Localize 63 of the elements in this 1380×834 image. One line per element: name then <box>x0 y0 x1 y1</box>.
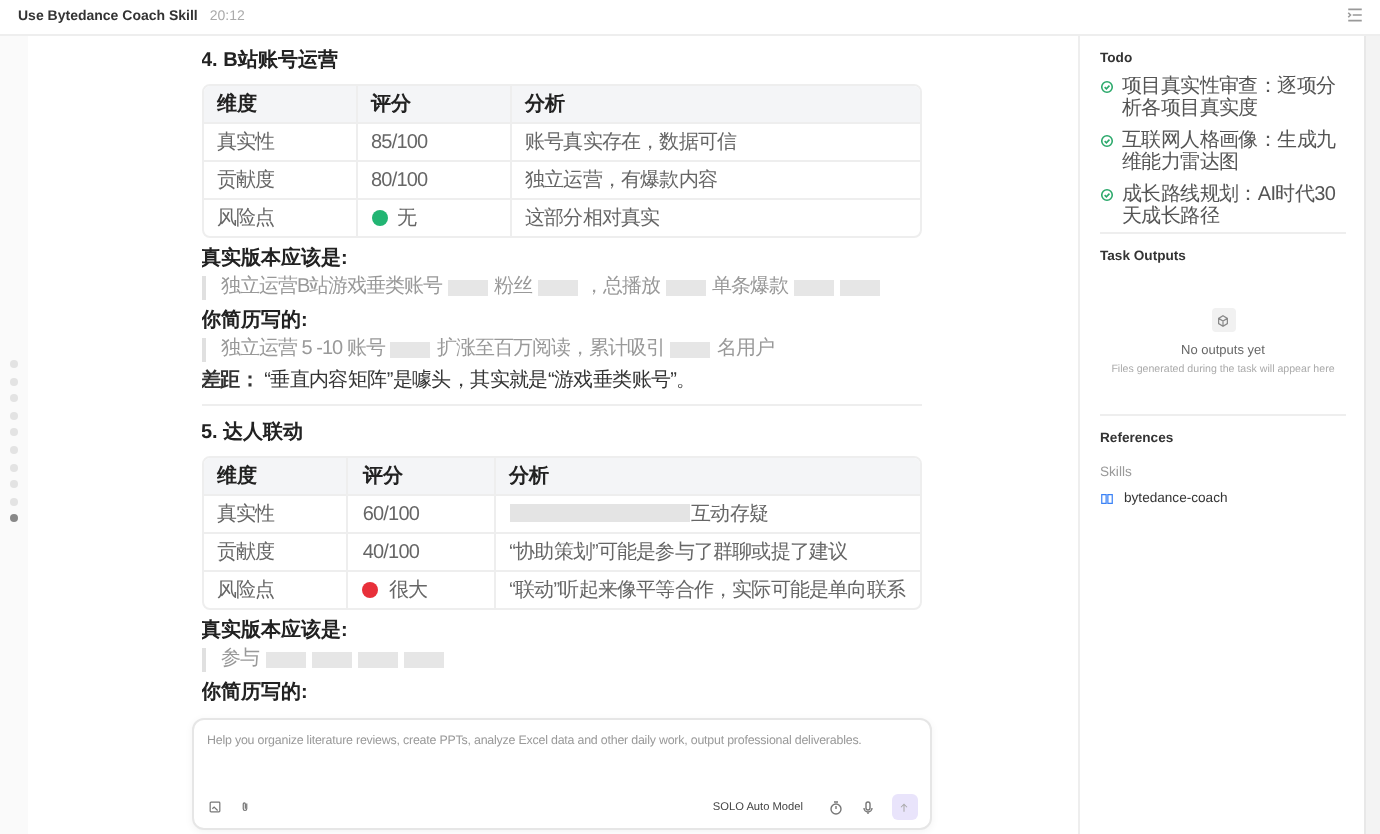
column-header: 分析 <box>493 458 919 494</box>
redacted-text <box>794 280 835 296</box>
gap-note: 差距： “垂直内容矩阵”是噱头，其实就是“游戏垂类账号”。 <box>201 370 698 394</box>
quote-text: 名用户 <box>716 338 774 362</box>
book-icon <box>1100 492 1114 506</box>
column-header: 评分 <box>355 86 509 122</box>
table-cell: 40/100 <box>346 532 494 570</box>
section-heading: 4. B站账号运营 <box>201 47 340 74</box>
redacted-text <box>670 342 711 358</box>
todo-item: 项目真实性审查：逐项分析各项目真实度 <box>1122 76 1338 120</box>
cube-icon <box>1216 313 1230 327</box>
section-heading: 5. 达人联动 <box>201 419 306 446</box>
quote-text: 独立运营B站游戏垂类账号 <box>221 276 443 300</box>
table-cell: 风险点 <box>203 198 355 236</box>
redacted-text <box>448 280 489 296</box>
block-label: 真实版本应该是: <box>201 248 350 272</box>
redacted-text <box>840 280 881 296</box>
table-cell: 贡献度 <box>203 532 347 570</box>
table-cell: 80/100 <box>355 160 509 198</box>
quote-text: 单条爆款 <box>712 276 789 300</box>
table-cell: 贡献度 <box>203 160 355 198</box>
quote-text: 粉丝 <box>494 276 533 300</box>
timer-icon[interactable] <box>827 799 843 815</box>
quote-text: 参与 <box>221 648 259 672</box>
table-cell: 真实性 <box>203 494 347 532</box>
table-cell: 真实性 <box>203 122 355 160</box>
table-cell: 很大 <box>346 570 494 608</box>
todo-item: 互联网人格画像：生成九维能力雷达图 <box>1122 130 1338 174</box>
column-header: 评分 <box>346 458 494 494</box>
column-header: 分析 <box>509 86 919 122</box>
table-cell: 85/100 <box>355 122 509 160</box>
quote-text: 独立运营 5 -10 账号 <box>221 338 385 362</box>
block-label: 真实版本应该是: <box>201 620 350 644</box>
panel-toggle-icon[interactable] <box>1346 6 1364 24</box>
table-cell: “联动”听起来像平等合作，实际可能是单向联系 <box>493 570 919 608</box>
table-cell: 账号真实存在，数据可信 <box>509 122 919 160</box>
todo-item: 成长路线规划：AI时代30天成长路径 <box>1122 184 1338 228</box>
table-cell: 无 <box>355 198 509 236</box>
table-cell: 这部分相对真实 <box>509 198 919 236</box>
redacted-text <box>265 652 305 668</box>
column-header: 维度 <box>203 86 355 122</box>
block-label: 你简历写的: <box>201 310 310 334</box>
redacted-text <box>357 652 397 668</box>
attachment-icon[interactable] <box>237 800 251 814</box>
quote-text: ，总播放 <box>584 276 661 300</box>
table-cell: 独立运营，有爆款内容 <box>509 160 919 198</box>
block-label: 你简历写的: <box>201 682 310 706</box>
table-cell: 风险点 <box>203 570 347 608</box>
outline-dot[interactable] <box>10 514 18 523</box>
redacted-text <box>666 280 707 296</box>
redacted-text <box>538 280 579 296</box>
table-cell: “协助策划”可能是参与了群聊或提了建议 <box>493 532 919 570</box>
redacted-text <box>311 652 351 668</box>
column-header: 维度 <box>203 458 347 494</box>
redacted-text <box>390 342 431 358</box>
table-cell: 互动存疑 <box>493 494 919 532</box>
arrow-up-icon <box>898 801 910 813</box>
send-button[interactable] <box>891 794 917 820</box>
image-icon[interactable] <box>207 800 221 814</box>
microphone-icon[interactable] <box>859 799 875 815</box>
redacted-text <box>403 652 443 668</box>
table-cell: 60/100 <box>346 494 494 532</box>
quote-text: 扩涨至百万阅读，累计吸引 <box>436 338 665 362</box>
